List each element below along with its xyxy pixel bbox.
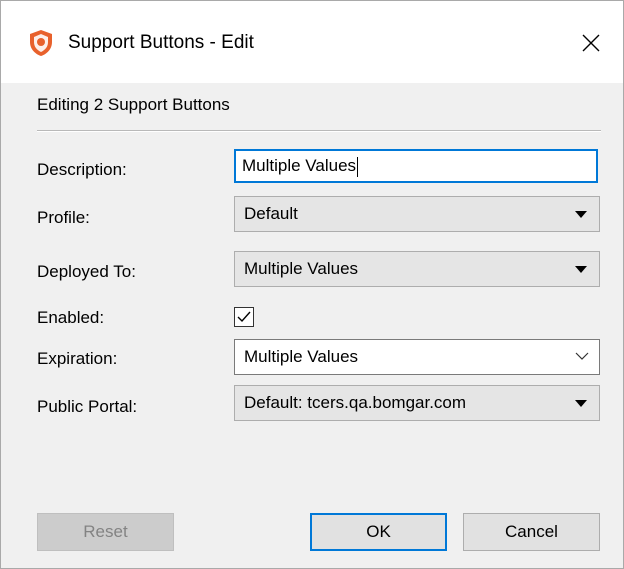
reset-button[interactable]: Reset	[37, 513, 174, 551]
profile-label: Profile:	[37, 208, 90, 227]
checkmark-icon	[237, 311, 251, 323]
description-value: Multiple Values	[242, 156, 357, 175]
expiration-label: Expiration:	[37, 349, 118, 368]
title-bar[interactable]: Support Buttons - Edit	[1, 1, 623, 83]
enabled-checkbox[interactable]	[234, 307, 254, 327]
dropdown-arrow-icon	[575, 211, 587, 218]
description-label: Description:	[37, 160, 127, 179]
deployed-to-value: Multiple Values	[244, 259, 359, 278]
close-button[interactable]	[569, 23, 613, 63]
ok-button[interactable]: OK	[310, 513, 447, 551]
public-portal-label: Public Portal:	[37, 397, 138, 416]
expiration-select[interactable]: Multiple Values	[234, 339, 600, 375]
profile-value: Default	[244, 204, 298, 223]
text-caret	[357, 156, 359, 177]
enabled-label: Enabled:	[37, 308, 105, 327]
public-portal-value: Default: tcers.qa.bomgar.com	[244, 393, 467, 412]
chevron-down-icon	[575, 352, 589, 360]
bomgar-shield-icon	[30, 30, 52, 56]
description-input[interactable]: Multiple Values	[234, 149, 598, 183]
form-header: Editing 2 Support Buttons	[37, 95, 230, 114]
header-separator	[37, 130, 601, 132]
dropdown-arrow-icon	[575, 400, 587, 407]
profile-select[interactable]: Default	[234, 196, 600, 232]
expiration-value: Multiple Values	[244, 347, 359, 366]
deployed-to-select[interactable]: Multiple Values	[234, 251, 600, 287]
close-icon	[582, 34, 600, 52]
cancel-button[interactable]: Cancel	[463, 513, 600, 551]
public-portal-select[interactable]: Default: tcers.qa.bomgar.com	[234, 385, 600, 421]
dialog-body: Editing 2 Support Buttons Description: M…	[1, 83, 623, 568]
window-title: Support Buttons - Edit	[68, 32, 254, 53]
deployed-to-label: Deployed To:	[37, 262, 136, 281]
dropdown-arrow-icon	[575, 266, 587, 273]
edit-dialog: Support Buttons - Edit Editing 2 Support…	[0, 0, 624, 569]
